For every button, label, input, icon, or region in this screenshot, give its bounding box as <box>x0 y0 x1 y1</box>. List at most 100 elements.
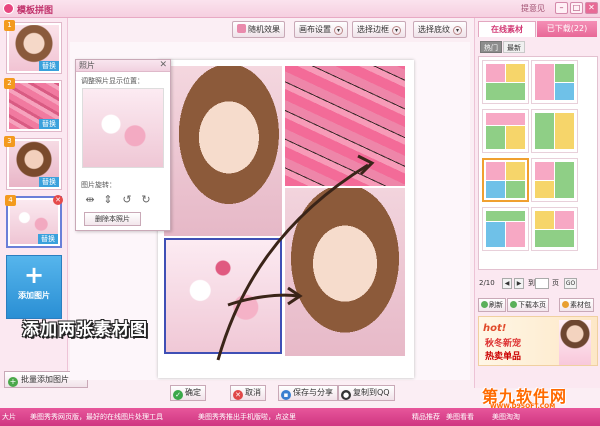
goto-label: 到 <box>528 279 535 287</box>
template-item[interactable] <box>482 60 529 104</box>
rotate-left-icon[interactable]: ↺ <box>121 194 133 206</box>
chevron-down-icon: ▾ <box>453 26 462 35</box>
thumb-number-badge: 2 <box>4 78 15 89</box>
ad-line-2: 秋冬新宠 <box>485 339 522 349</box>
delete-thumb-icon[interactable]: ✕ <box>53 195 63 205</box>
feedback-link[interactable]: 提意见 <box>521 3 545 14</box>
photo-thumb-3[interactable]: 3 替换 <box>4 136 62 190</box>
page-unit-label: 页 <box>552 279 559 287</box>
status-link-mobile[interactable]: 美图秀秀推出手机版啦，点这里 <box>198 408 296 426</box>
template-item-selected[interactable] <box>482 158 529 202</box>
annotation-text: 添加两张素材图 <box>22 320 148 340</box>
panel-title: 照片 <box>76 60 170 72</box>
status-link-web[interactable]: 美图秀秀网页版，最好的在线图片处理工具 <box>30 408 163 426</box>
select-texture-button[interactable]: 选择底纹 ▾ <box>413 21 467 38</box>
maximize-button[interactable]: □ <box>570 2 583 14</box>
refresh-icon <box>481 301 488 308</box>
ad-model-image <box>559 320 591 365</box>
annotation-arrows <box>216 154 375 361</box>
random-effect-button[interactable]: 随机效果 <box>232 21 285 38</box>
site-watermark: 第九软件网 WWW.D9SOFT.COM <box>478 383 598 423</box>
status-text-1: 大片 <box>2 413 16 421</box>
cancel-label: 取消 <box>245 388 261 397</box>
dice-icon <box>237 24 246 33</box>
template-item[interactable] <box>531 60 578 104</box>
bottom-action-bar: ✓ 确定 ✕ 取消 ▪ 保存与分享 ● 复制到QQ <box>70 380 474 406</box>
photo-settings-panel: 照片 ✕ 调整照片显示位置： 图片旋转： ⇹ ⇕ ↺ ↻ 删除本照片 <box>75 59 171 231</box>
status-link-viewer[interactable]: 美图看看 <box>446 408 474 426</box>
close-window-button[interactable]: ✕ <box>585 2 598 14</box>
photo-thumb-1[interactable]: 1 替换 <box>4 20 62 74</box>
add-photo-label: 添加图片 <box>18 291 50 300</box>
download-page-label: 下载本页 <box>518 301 546 309</box>
adjust-position-label: 调整照片显示位置： <box>81 77 144 85</box>
qq-icon: ● <box>341 390 351 400</box>
thumb-number-badge: 3 <box>4 136 15 147</box>
plus-circle-icon: + <box>8 377 18 387</box>
material-panel: 在线素材 已下载(22) 热门 最新 2/10 ◀ ▶ 到 页 GO 刷新 下载… <box>474 18 600 388</box>
next-page-icon[interactable]: ▶ <box>514 278 524 289</box>
template-grid <box>478 56 598 270</box>
download-page-button[interactable]: 下载本页 <box>507 298 549 312</box>
template-item[interactable] <box>482 207 529 251</box>
copy-to-qq-button[interactable]: ● 复制到QQ <box>338 385 395 401</box>
ad-hot-text: hot! <box>483 323 507 334</box>
copy-to-qq-label: 复制到QQ <box>353 388 390 397</box>
flip-horizontal-icon[interactable]: ⇹ <box>84 194 96 206</box>
chevron-down-icon: ▾ <box>334 26 343 35</box>
template-item[interactable] <box>531 207 578 251</box>
material-pack-button[interactable]: 素材包 <box>559 298 594 312</box>
status-recommend: 精品推荐 <box>412 413 440 421</box>
thumb-number-badge: 4 <box>5 195 16 206</box>
position-preview[interactable] <box>82 88 164 168</box>
replace-button[interactable]: 替换 <box>39 177 59 187</box>
replace-button[interactable]: 替换 <box>38 234 58 244</box>
select-border-button[interactable]: 选择边框 ▾ <box>352 21 406 38</box>
subtab-hot[interactable]: 热门 <box>480 41 502 53</box>
minimize-button[interactable]: – <box>555 2 568 14</box>
thumb-number-badge: 1 <box>4 20 15 31</box>
go-button[interactable]: GO <box>564 278 577 289</box>
page-number-input[interactable] <box>535 278 549 289</box>
page-indicator: 2/10 <box>479 279 495 287</box>
add-photo-button[interactable]: + 添加图片 <box>6 255 62 319</box>
template-item[interactable] <box>531 109 578 153</box>
template-item[interactable] <box>531 158 578 202</box>
cancel-icon: ✕ <box>233 390 243 400</box>
confirm-label: 确定 <box>185 388 201 397</box>
confirm-button[interactable]: ✓ 确定 <box>170 385 206 401</box>
tab-online-materials[interactable]: 在线素材 <box>478 21 536 37</box>
subtab-new[interactable]: 最新 <box>503 41 525 53</box>
chevron-down-icon: ▾ <box>392 26 401 35</box>
ad-banner[interactable]: hot! 秋冬新宠 热卖单品 <box>478 316 598 366</box>
canvas-settings-button[interactable]: 画布设置 ▾ <box>294 21 348 38</box>
photo-thumb-4[interactable]: 4 ✕ 替换 <box>5 195 63 248</box>
refresh-button[interactable]: 刷新 <box>478 298 506 312</box>
check-icon: ✓ <box>173 390 183 400</box>
replace-button[interactable]: 替换 <box>39 119 59 129</box>
watermark-url: WWW.D9SOFT.COM <box>490 403 556 410</box>
window-title: 模板拼图 <box>17 6 54 16</box>
rotate-right-icon[interactable]: ↻ <box>140 194 152 206</box>
prev-page-icon[interactable]: ◀ <box>502 278 512 289</box>
cancel-button[interactable]: ✕ 取消 <box>230 385 266 401</box>
delete-photo-button[interactable]: 删除本照片 <box>84 212 141 226</box>
save-icon: ▪ <box>281 390 291 400</box>
ad-line-3: 热卖单品 <box>485 352 522 362</box>
plus-icon: + <box>23 261 45 289</box>
template-item[interactable] <box>482 109 529 153</box>
save-share-button[interactable]: ▪ 保存与分享 <box>278 385 338 401</box>
refresh-label: 刷新 <box>489 301 503 309</box>
replace-button[interactable]: 替换 <box>39 61 59 71</box>
title-bar: 模板拼图 提意见 – □ ✕ <box>0 0 600 18</box>
save-share-label: 保存与分享 <box>293 388 333 397</box>
photo-thumb-2[interactable]: 2 替换 <box>4 78 62 132</box>
collage-canvas <box>158 60 414 378</box>
package-icon <box>562 301 569 308</box>
select-border-label: 选择边框 <box>357 25 389 34</box>
flip-vertical-icon[interactable]: ⇕ <box>102 194 114 206</box>
canvas-settings-label: 画布设置 <box>299 25 331 34</box>
tab-downloaded[interactable]: 已下载(22) <box>537 21 597 37</box>
material-pack-label: 素材包 <box>570 301 591 309</box>
close-panel-icon[interactable]: ✕ <box>159 60 167 71</box>
